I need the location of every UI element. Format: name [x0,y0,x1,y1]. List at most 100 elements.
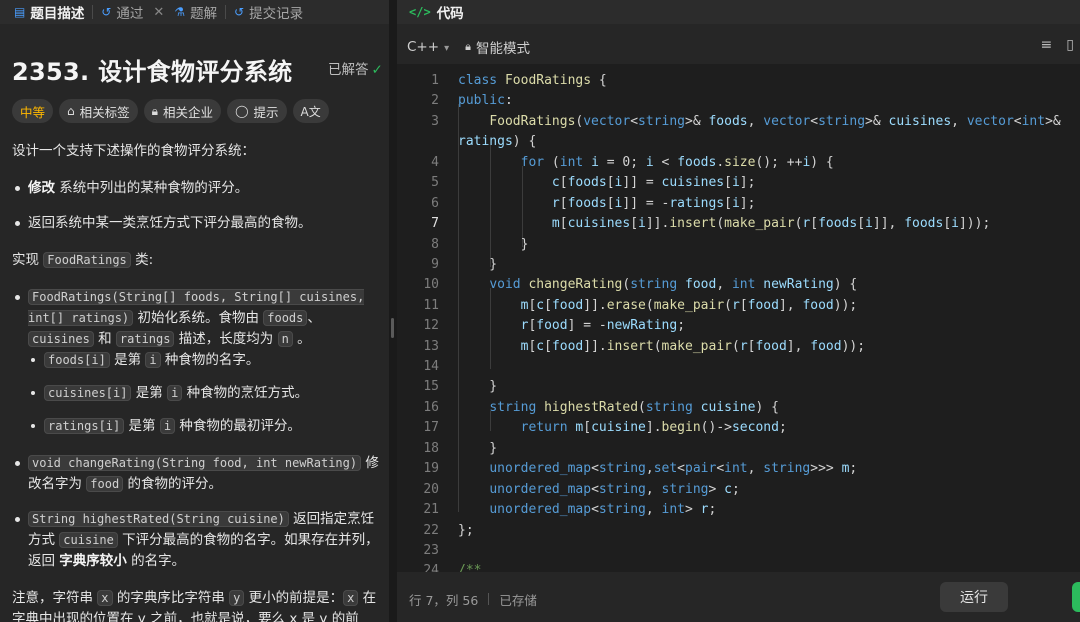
chevron-down-icon: ▾ [444,43,450,54]
related-tags-label: 相关标签 [79,104,130,120]
mode-toggle[interactable]: 🔒︎ 智能模式 [465,37,530,57]
intro-text: 设计一个支持下述操作的食物评分系统： [12,143,255,159]
drag-handle[interactable] [391,318,394,338]
problem-description: 设计一个支持下述操作的食物评分系统： 修改 系统中列出的某种食物的评分。 返回系… [12,141,380,622]
inline-code: cuisines [28,331,94,347]
language-select[interactable]: C++ ▾ [407,39,449,55]
inline-code: x [343,590,359,606]
code-line: 20 unordered_map<string, string> c; [423,481,740,497]
inline-code: FoodRatings [43,252,131,268]
code-line: 18 } [423,440,498,456]
translate-button[interactable]: A文 [292,99,329,123]
solved-status: 已解答 ✓ [328,58,383,78]
code-line: 22}; [423,522,474,538]
editor-status-bar: 行 7，列 56 已存储 ✦ 运行 [397,582,1080,614]
inline-code: x [97,590,113,606]
code-line: ratings) { [458,133,537,149]
inline-code: y [229,590,245,606]
tab-accepted[interactable]: ↺ 通过 [95,2,149,22]
text: 是第 [124,418,160,434]
code-line: 13 m[c[food]].insert(make_pair(r[food], … [423,338,866,354]
inline-code: i [145,352,161,368]
code-line: 2 public: [431,92,513,108]
format-icon[interactable]: ≡ [1041,37,1053,53]
code-editor[interactable]: 1 class FoodRatings { 2 public: 3 FoodRati… [397,64,1080,572]
text: 、 [307,310,321,326]
close-icon[interactable]: ✕ [149,5,168,20]
code-panel: </> 代码 C++ ▾ 🔒︎ 智能模式 ≡ ▯ 1 class FoodRating… [397,0,1080,622]
related-tags-button[interactable]: ⌂ 相关标签 [59,99,138,123]
code-line: 15 } [423,378,498,394]
check-circle-icon: ✓ [371,62,383,78]
tag-icon: ⌂ [67,104,75,118]
tab-submissions[interactable]: ↺ 提交记录 [228,2,309,22]
tab-description[interactable]: ▤ 题目描述 [8,2,90,22]
text: 种食物的烹饪方式。 [182,385,309,401]
list-item: 返回系统中某一类烹饪方式下评分最高的食物。 [12,213,380,234]
text: 的名字。 [126,553,186,569]
difficulty-label: 中等 [20,104,46,120]
list-item: FoodRatings(String[] foods, String[] cui… [12,287,380,350]
code-line: 1 class FoodRatings { [431,72,607,88]
cursor-position: 行 7，列 56 [409,592,479,608]
inline-code: foods [263,310,308,326]
lightbulb-icon: ◯ [235,104,249,118]
inline-code: foods[i] [44,352,110,368]
text: 种食物的最初评分。 [175,418,301,434]
language-label: C++ [407,39,440,55]
list-item: cuisines[i] 是第 i 种食物的烹饪方式。 [28,383,380,404]
note-text: 注意，字符串 x 的字典序比字符串 y 更小的前提是： x 在字典中出现的位置在 … [12,588,380,622]
code-icon: </> [409,5,431,19]
left-tab-bar: ▤ 题目描述 ↺ 通过 ✕ ⚗ 题解 ↺ 提交记录 [0,0,389,24]
editor-toolbar: C++ ▾ 🔒︎ 智能模式 ≡ ▯ [407,37,1080,57]
bookmark-icon[interactable]: ▯ [1066,37,1074,53]
mode-label: 智能模式 [475,41,530,57]
code-line: 10 void changeRating(string food, int ne… [423,276,858,292]
tag-row: 中等 ⌂ 相关标签 🔒︎ 相关企业 ◯ 提示 A文 [12,99,329,123]
text: 实现 [12,252,44,268]
inline-code: n [277,331,293,347]
difficulty-badge: 中等 [12,99,54,123]
text: 。 [292,331,311,347]
run-button[interactable]: 运行 [940,582,1008,612]
code-line: 9 } [431,256,498,272]
code-line: 24/** [423,562,482,572]
text: 描述，长度均为 [174,331,278,347]
inline-code: cuisine [59,532,118,548]
submit-button[interactable] [1072,582,1080,612]
tab-label: 通过 [116,6,144,22]
document-icon: ▤ [14,5,26,19]
code-panel-header: </> 代码 [397,0,1080,24]
flask-icon: ⚗ [174,5,186,19]
tab-label: 题目描述 [30,6,85,22]
tab-divider [92,5,94,19]
text: 类: [130,252,154,268]
lock-icon: 🔒︎ [465,40,471,53]
panel-splitter[interactable] [389,0,397,622]
inline-code: String highestRated(String cuisine) [28,511,289,527]
list-item: void changeRating(String food, int newRa… [12,453,380,495]
status-divider [488,593,490,605]
code-line: 16 string highestRated(string cuisine) { [423,399,779,415]
tab-solutions[interactable]: ⚗ 题解 [168,2,223,22]
list-item: foods[i] 是第 i 种食物的名字。 [28,350,380,371]
code-line: 5 c[foods[i]] = cuisines[i]; [431,174,756,190]
list-item: String highestRated(String cuisine) 返回指定… [12,509,380,572]
code-line: 3 FoodRatings(vector<string>& foods, vec… [431,113,1061,129]
tab-divider [225,5,227,19]
save-status: 已存储 [499,592,537,608]
text: 返回系统中某一类烹饪方式下评分最高的食物。 [28,215,312,231]
code-line: 23 [423,542,439,558]
hint-button[interactable]: ◯ 提示 [227,99,287,123]
history-icon: ↺ [101,5,112,19]
code-panel-title: 代码 [436,6,464,22]
inline-code: food [86,476,124,492]
text: 注意，字符串 [12,590,98,606]
code-line: 17 return m[cuisine].begin()->second; [423,419,787,435]
impl-line: 实现 FoodRatings 类: [12,250,380,271]
text: 和 [93,331,116,347]
code-line: 7 m[cuisines[i]].insert(make_pair(r[food… [431,215,991,231]
text: 系统中列出的某种食物的评分。 [55,180,249,196]
text: 的字典序比字符串 [112,590,230,606]
related-companies-button[interactable]: 🔒︎ 相关企业 [143,99,222,123]
